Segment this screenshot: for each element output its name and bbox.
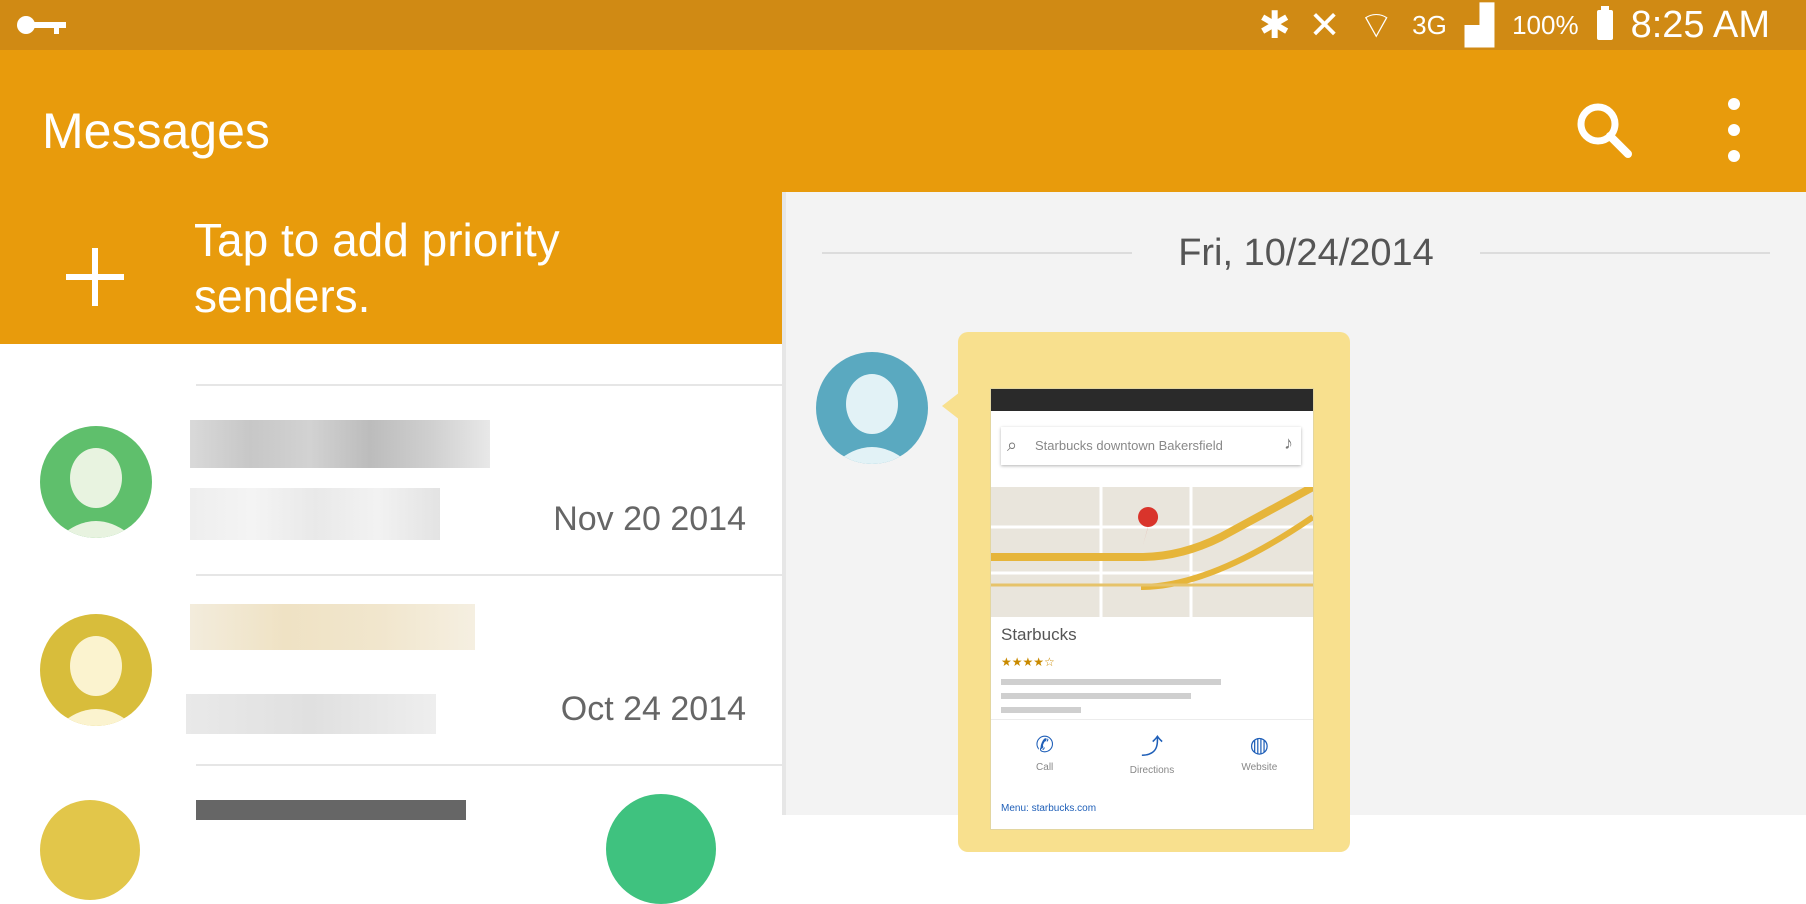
- divider: [822, 252, 1132, 254]
- place-actions: ✆ Call ⤴ Directions ◍ Website: [991, 719, 1313, 784]
- search-icon: ⌕: [1007, 435, 1018, 455]
- microphone-icon: ♪: [1284, 433, 1293, 453]
- map-preview: [991, 487, 1313, 617]
- message-preview-redacted: [190, 488, 440, 540]
- date-separator: Fri, 10/24/2014: [1178, 232, 1434, 274]
- status-bar: ✱ ✕ ⌔ 3G ▟ 100% 8:25 AM: [0, 0, 1806, 50]
- call-action[interactable]: ✆ Call: [1005, 732, 1085, 773]
- map-graphic: [991, 487, 1313, 617]
- default-contact-icon: [58, 636, 134, 726]
- phone-icon: ✆: [1035, 731, 1054, 757]
- attachment-status-bar: [991, 389, 1313, 411]
- avatar: [40, 614, 152, 726]
- search-icon[interactable]: [1572, 98, 1636, 162]
- default-contact-icon: [834, 374, 910, 464]
- conversation-panel: Fri, 10/24/2014 ⌕ Starbucks downtown Bak…: [782, 192, 1806, 852]
- website-action[interactable]: ◍ Website: [1219, 732, 1299, 773]
- website-label: Website: [1241, 761, 1278, 773]
- divider: [1480, 252, 1770, 254]
- contact-name-redacted: [190, 420, 490, 468]
- priority-senders-text: Tap to add priority senders.: [194, 214, 560, 322]
- priority-senders-banner[interactable]: Tap to add priority senders.: [0, 192, 786, 344]
- directions-icon: ⤴: [1140, 733, 1163, 759]
- avatar: [40, 426, 152, 538]
- rating-stars: ★★★★☆: [1001, 655, 1055, 669]
- message-bubble[interactable]: ⌕ Starbucks downtown Bakersfield ♪ Starb: [958, 332, 1350, 852]
- divider: [196, 764, 786, 766]
- avatar[interactable]: [40, 800, 140, 900]
- attachment-search-box: ⌕ Starbucks downtown Bakersfield ♪: [1001, 427, 1301, 465]
- attachment-search-text: Starbucks downtown Bakersfield: [1035, 438, 1223, 453]
- network-type: 3G: [1412, 9, 1447, 40]
- message-preview-redacted: [186, 694, 436, 734]
- hours-line: [1001, 693, 1191, 699]
- bluetooth-icon: ✱: [1258, 4, 1291, 47]
- battery-icon: [1596, 6, 1613, 40]
- plus-icon: [66, 248, 124, 306]
- key-icon: [17, 16, 66, 34]
- place-name: Starbucks: [1001, 625, 1077, 644]
- compose-button[interactable]: [606, 794, 716, 904]
- clock: 8:25 AM: [1630, 3, 1770, 46]
- wifi-icon: ⌔: [1358, 5, 1395, 47]
- conversation-date: Oct 24 2014: [560, 690, 746, 728]
- directions-label: Directions: [1129, 764, 1175, 776]
- directions-action[interactable]: ⤴ Directions: [1112, 729, 1192, 776]
- battery-level: 100%: [1512, 9, 1579, 40]
- call-label: Call: [1036, 761, 1054, 773]
- phone-line: [1001, 707, 1081, 713]
- default-contact-icon: [58, 448, 134, 538]
- conversation-list: Nov 20 2014 Oct 24 2014: [0, 344, 786, 815]
- signal-icon: ▟: [1464, 4, 1495, 47]
- conversation-date: Nov 20 2014: [553, 500, 746, 538]
- contact-name-redacted: [190, 604, 475, 650]
- app-bar: Messages: [0, 50, 1806, 192]
- app-title: Messages: [42, 103, 270, 159]
- image-attachment[interactable]: ⌕ Starbucks downtown Bakersfield ♪ Starb: [990, 388, 1314, 830]
- menu-link[interactable]: Menu: starbucks.com: [1001, 803, 1096, 814]
- more-options-icon[interactable]: [1712, 96, 1756, 164]
- globe-icon: ◍: [1249, 731, 1269, 757]
- status-indicators: ✱ ✕ ⌔ 3G ▟ 100% 8:25 AM: [1259, 0, 1770, 50]
- mute-icon: ✕: [1308, 4, 1341, 47]
- avatar[interactable]: [816, 352, 928, 464]
- contact-name-partial: [196, 800, 466, 820]
- address-line: [1001, 679, 1221, 685]
- conversation-row[interactable]: Oct 24 2014: [0, 574, 786, 762]
- conversation-row[interactable]: Nov 20 2014: [0, 384, 786, 572]
